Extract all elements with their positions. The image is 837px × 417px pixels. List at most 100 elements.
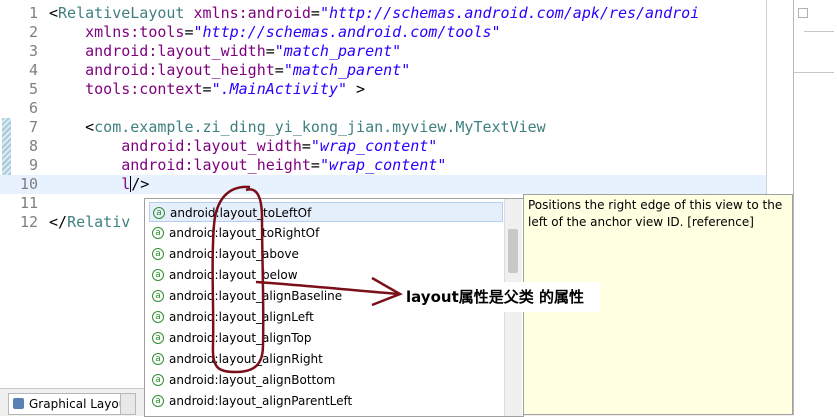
attribute-icon: a — [152, 374, 164, 386]
line-number: 8 — [28, 137, 38, 155]
code-token: </ — [49, 213, 68, 231]
code-token: android:layout_height — [85, 61, 275, 79]
autocomplete-item-label: android:layout_alignLeft — [169, 310, 314, 324]
code-token: "wrap_content" — [319, 156, 447, 174]
code-token: android:layout_height — [121, 156, 311, 174]
line-code: xmlns:tools="http://schemas.android.com/… — [49, 23, 501, 42]
code-token: < — [49, 118, 95, 136]
annotation-text: layout属性是父类 的属性 — [404, 282, 600, 312]
collapse-icon[interactable] — [798, 8, 808, 18]
line-number: 6 — [28, 99, 38, 117]
layout-icon — [13, 398, 24, 409]
autocomplete-item-label: android:layout_toLeftOf — [170, 206, 312, 220]
code-token: < — [49, 4, 59, 22]
line-number: 10 — [19, 175, 38, 193]
line-code: android:layout_width="match_parent" — [49, 42, 401, 61]
line-number: 1 — [28, 4, 38, 22]
code-token: ".MainActivity" — [211, 80, 348, 98]
line-number: 3 — [28, 42, 38, 60]
autocomplete-item[interactable]: a android:layout_toLeftOf — [149, 202, 503, 222]
code-token: Relativ — [67, 213, 131, 231]
code-line: 10 l/> — [0, 175, 766, 194]
line-number: 11 — [19, 194, 38, 212]
autocomplete-item-label: android:layout_below — [169, 268, 298, 282]
autocomplete-item-label: android:layout_alignParentLeft — [169, 394, 353, 408]
code-token: com.example.zi_ding_yi_kong_jian.myview.… — [94, 118, 546, 136]
code-token: /> — [131, 175, 150, 193]
attribute-icon: a — [152, 269, 164, 281]
attribute-icon: a — [152, 248, 164, 260]
attribute-icon: a — [153, 207, 165, 219]
attribute-icon: a — [152, 395, 164, 407]
attribute-icon: a — [152, 353, 164, 365]
line-number: 9 — [28, 156, 38, 174]
tab-graphical-layout[interactable]: Graphical Layout — [8, 393, 137, 415]
attribute-icon: a — [152, 227, 164, 239]
code-line: 3 android:layout_width="match_parent" — [0, 42, 793, 61]
line-code: android:layout_height="wrap_content" — [49, 156, 446, 175]
code-token: RelativeLayout — [58, 4, 194, 22]
scrollbar-thumb[interactable] — [508, 229, 518, 273]
outline-divider — [794, 72, 834, 73]
code-token: = — [274, 61, 284, 79]
line-number: 4 — [28, 61, 38, 79]
code-token: android:layout_width — [121, 137, 302, 155]
autocomplete-item-label: android:layout_above — [169, 247, 299, 261]
code-token: android:layout_width — [85, 42, 266, 60]
autocomplete-item[interactable]: a android:layout_alignRight — [149, 349, 503, 369]
code-token: "match_parent" — [274, 42, 402, 60]
code-token: "match_parent" — [283, 61, 411, 79]
autocomplete-item[interactable]: a android:layout_toRightOf — [149, 223, 503, 243]
line-number: 12 — [19, 213, 38, 231]
attribute-icon: a — [152, 311, 164, 323]
code-token: = — [310, 156, 320, 174]
code-line: 4 android:layout_height="match_parent" — [0, 61, 793, 80]
autocomplete-item-label: android:layout_alignRight — [169, 352, 323, 366]
autocomplete-item[interactable]: a android:layout_above — [149, 244, 503, 264]
tab-xml[interactable] — [120, 393, 136, 415]
autocomplete-item[interactable]: a android:layout_alignBottom — [149, 370, 503, 390]
code-line: 8 android:layout_width="wrap_content" — [0, 137, 793, 156]
code-token: > — [347, 80, 366, 98]
autocomplete-item-label: android:layout_alignBottom — [169, 373, 336, 387]
line-code: <com.example.zi_ding_yi_kong_jian.myview… — [49, 118, 546, 137]
line-code: </Relativ — [49, 213, 130, 232]
autocomplete-item-label: android:layout_toRightOf — [169, 226, 320, 240]
autocomplete-item[interactable]: a android:layout_alignTop — [149, 328, 503, 348]
code-token: xmlns:tools — [85, 23, 185, 41]
code-token: = — [301, 137, 311, 155]
outline-divider — [804, 31, 834, 32]
outline-panel[interactable] — [793, 0, 837, 415]
autocomplete-item-label: android:layout_alignBaseline — [169, 289, 343, 303]
code-line: 7 <com.example.zi_ding_yi_kong_jian.myvi… — [0, 118, 793, 137]
attribute-icon: a — [152, 332, 164, 344]
code-token: "wrap_content" — [310, 137, 438, 155]
line-code: android:layout_width="wrap_content" — [49, 137, 437, 156]
code-token: xmlns:android — [193, 4, 311, 22]
line-number: 7 — [28, 118, 38, 136]
code-token: = — [184, 23, 194, 41]
code-token: = — [202, 80, 212, 98]
code-token: = — [310, 4, 320, 22]
line-code: tools:context=".MainActivity" > — [49, 80, 365, 99]
autocomplete-item-label: android:layout_alignTop — [169, 331, 312, 345]
code-line: 1 <RelativeLayout xmlns:android="http://s… — [0, 4, 793, 23]
code-token: "http://schemas.android.com/tools" — [193, 23, 501, 41]
code-line: 9 android:layout_height="wrap_content" — [0, 156, 793, 175]
code-token: = — [265, 42, 275, 60]
attribute-icon: a — [152, 290, 164, 302]
autocomplete-item[interactable]: a android:layout_alignParentLeft — [149, 391, 503, 411]
code-token: tools:context — [85, 80, 203, 98]
code-line: 2 xmlns:tools="http://schemas.android.co… — [0, 23, 793, 42]
documentation-text: Positions the right edge of this view to… — [528, 198, 783, 229]
code-token: "http://schemas.android.com/apk/res/andr… — [319, 4, 700, 22]
tab-graphical-layout-label: Graphical Layout — [29, 397, 132, 411]
code-line: 5 tools:context=".MainActivity" > — [0, 80, 793, 99]
